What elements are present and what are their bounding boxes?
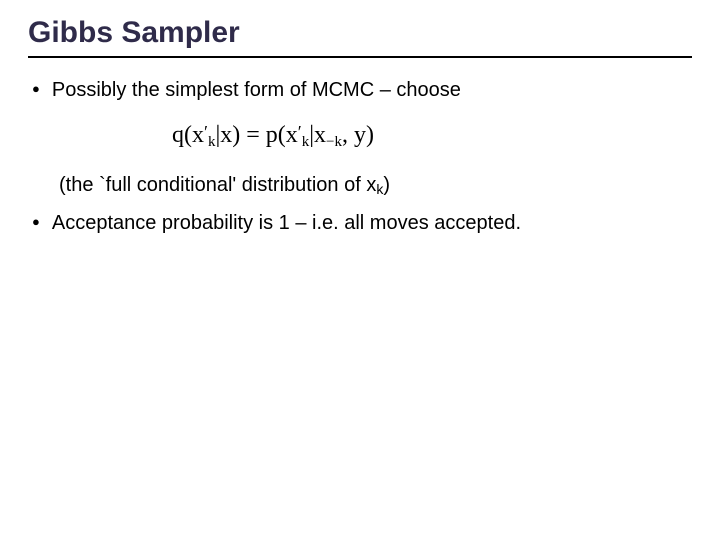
bullet-1-continuation: (the `full conditional' distribution of … bbox=[32, 173, 692, 201]
sym-eq: = bbox=[240, 122, 266, 148]
cont-post: ) bbox=[383, 174, 390, 196]
sym-x2: x bbox=[286, 122, 298, 148]
sym-p: p bbox=[266, 122, 278, 148]
sym-xm: x bbox=[314, 122, 326, 148]
sym-lp2: ( bbox=[278, 122, 286, 148]
bullet-icon: ● bbox=[32, 78, 40, 100]
sym-q: q bbox=[172, 122, 184, 148]
sym-mk: −k bbox=[326, 134, 342, 150]
slide: Gibbs Sampler ● Possibly the simplest fo… bbox=[0, 0, 720, 540]
formula-block: q(x′k|x) = p(x′k|x−k, y) bbox=[32, 122, 692, 151]
sym-x1: x bbox=[192, 122, 204, 148]
bullet-icon: ● bbox=[32, 211, 40, 233]
sym-y: y bbox=[354, 122, 366, 148]
bullet-text-1: Possibly the simplest form of MCMC – cho… bbox=[52, 78, 461, 102]
bullet-text-2: Acceptance probability is 1 – i.e. all m… bbox=[52, 211, 521, 235]
sym-xg: x bbox=[220, 122, 232, 148]
sym-rp2: ) bbox=[366, 122, 374, 148]
bullet-item-1: ● Possibly the simplest form of MCMC – c… bbox=[32, 78, 692, 102]
sym-comma: , bbox=[342, 122, 354, 148]
slide-title: Gibbs Sampler bbox=[28, 16, 692, 50]
cont-pre: (the `full conditional' distribution of … bbox=[59, 174, 376, 196]
formula: q(x′k|x) = p(x′k|x−k, y) bbox=[172, 122, 374, 148]
slide-body: ● Possibly the simplest form of MCMC – c… bbox=[28, 68, 692, 241]
title-underline bbox=[28, 56, 692, 58]
sym-lp1: ( bbox=[184, 122, 192, 148]
bullet-item-2: ● Acceptance probability is 1 – i.e. all… bbox=[32, 211, 692, 235]
